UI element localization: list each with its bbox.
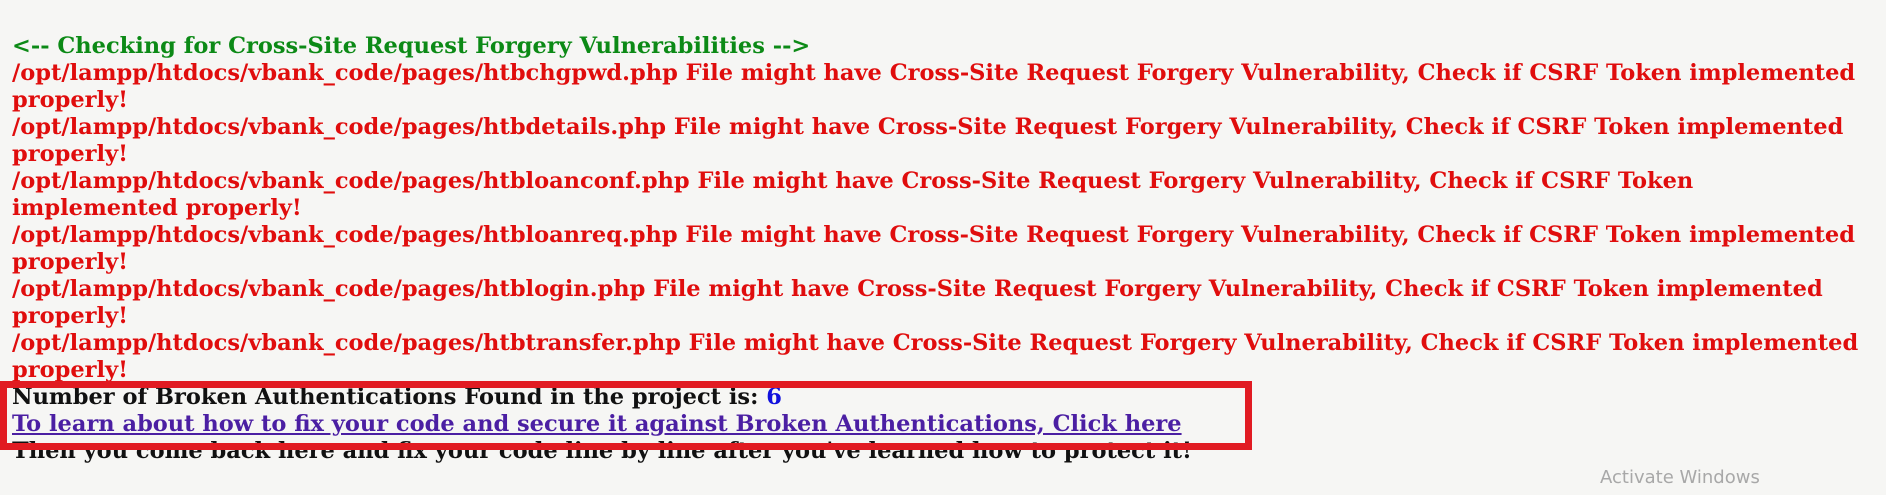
csrf-warning-item: /opt/lampp/htdocs/vbank_code/pages/htbch…	[12, 60, 1856, 113]
csrf-warning-item: /opt/lampp/htdocs/vbank_code/pages/htbtr…	[12, 330, 1859, 383]
learn-link-line: To learn about how to fix your code and …	[12, 411, 1874, 438]
csrf-warning-item: /opt/lampp/htdocs/vbank_code/pages/htblo…	[12, 168, 1694, 221]
csrf-warning-item: /opt/lampp/htdocs/vbank_code/pages/htblo…	[12, 222, 1855, 275]
learn-broken-auth-link[interactable]: To learn about how to fix your code and …	[12, 411, 1182, 437]
broken-auth-label: Number of Broken Authentications Found i…	[12, 384, 767, 410]
followup-text: Then you come back here and fix your cod…	[12, 438, 1192, 464]
activate-windows-watermark: Activate Windows	[1600, 467, 1760, 488]
csrf-warning-list: /opt/lampp/htdocs/vbank_code/pages/htbch…	[12, 60, 1864, 384]
csrf-section-header: <-- Checking for Cross-Site Request Forg…	[12, 33, 811, 59]
broken-auth-count: 6	[766, 384, 782, 410]
scan-output: <-- Checking for Cross-Site Request Forg…	[12, 33, 1874, 465]
csrf-warning-item: /opt/lampp/htdocs/vbank_code/pages/htbde…	[12, 114, 1844, 167]
csrf-warning-item: /opt/lampp/htdocs/vbank_code/pages/htblo…	[12, 276, 1823, 329]
broken-auth-summary: Number of Broken Authentications Found i…	[12, 384, 1874, 411]
